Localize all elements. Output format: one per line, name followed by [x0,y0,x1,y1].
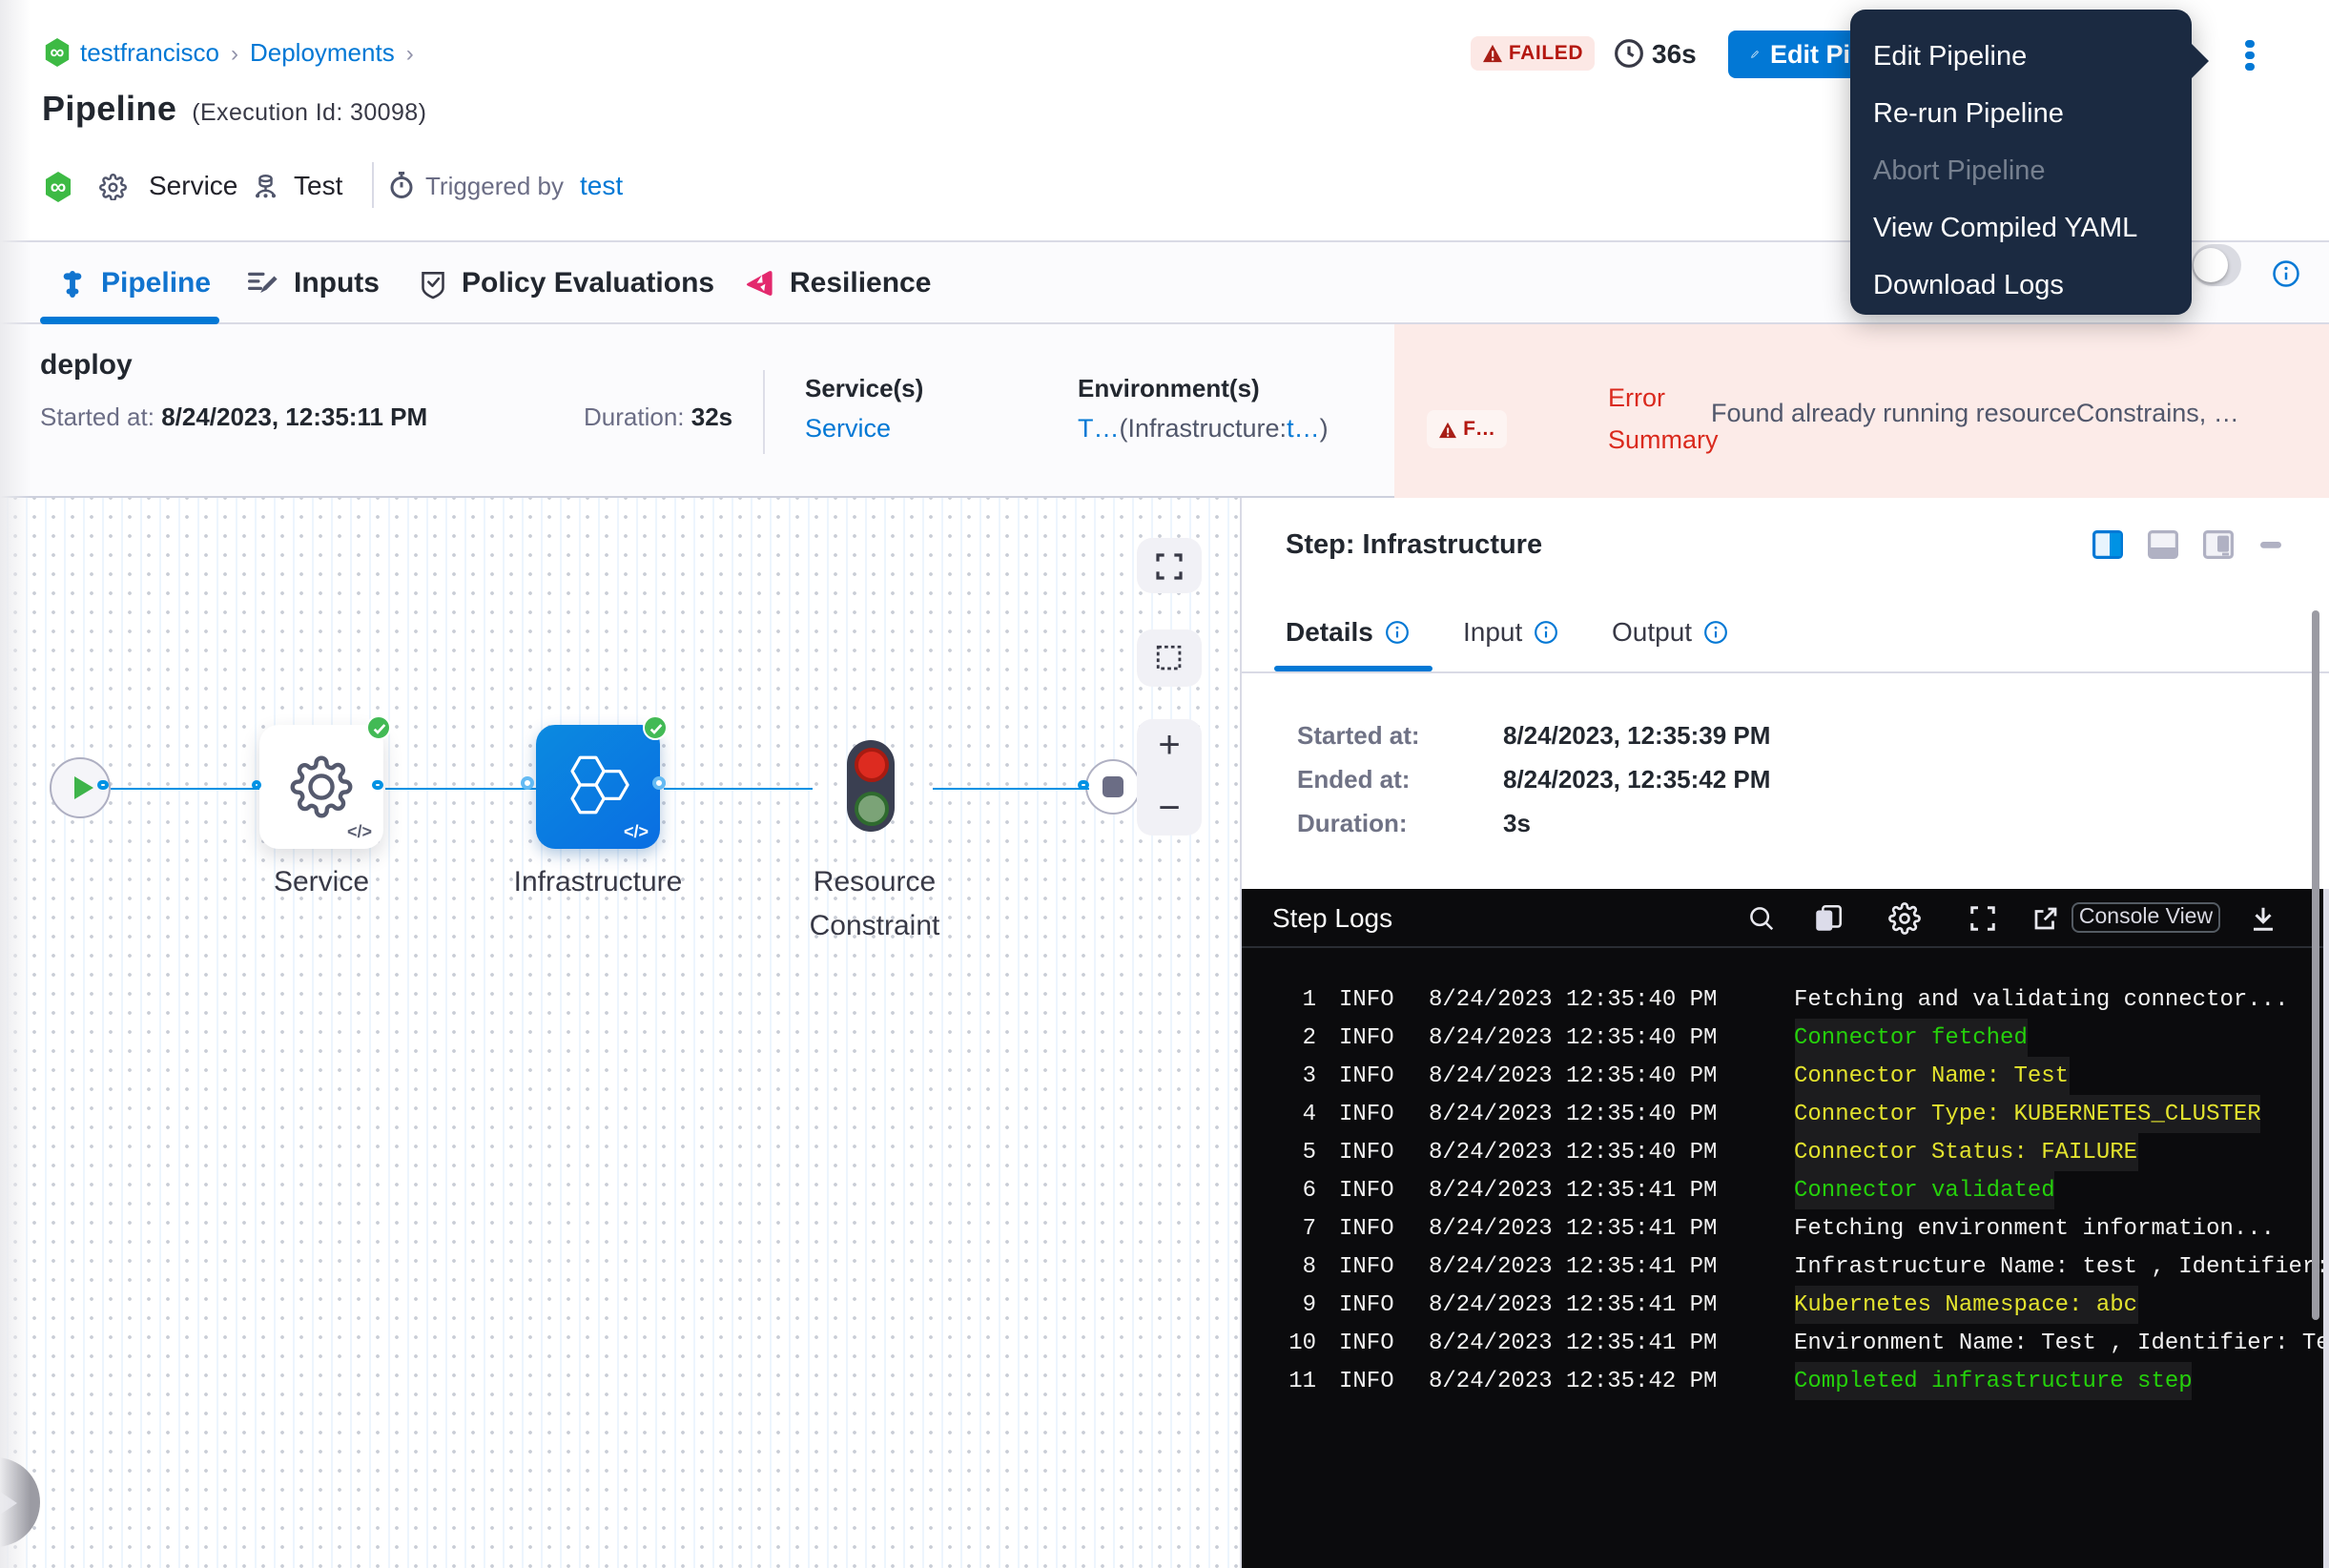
svg-text:∞: ∞ [51,42,65,64]
svg-text:∞: ∞ [51,174,67,198]
